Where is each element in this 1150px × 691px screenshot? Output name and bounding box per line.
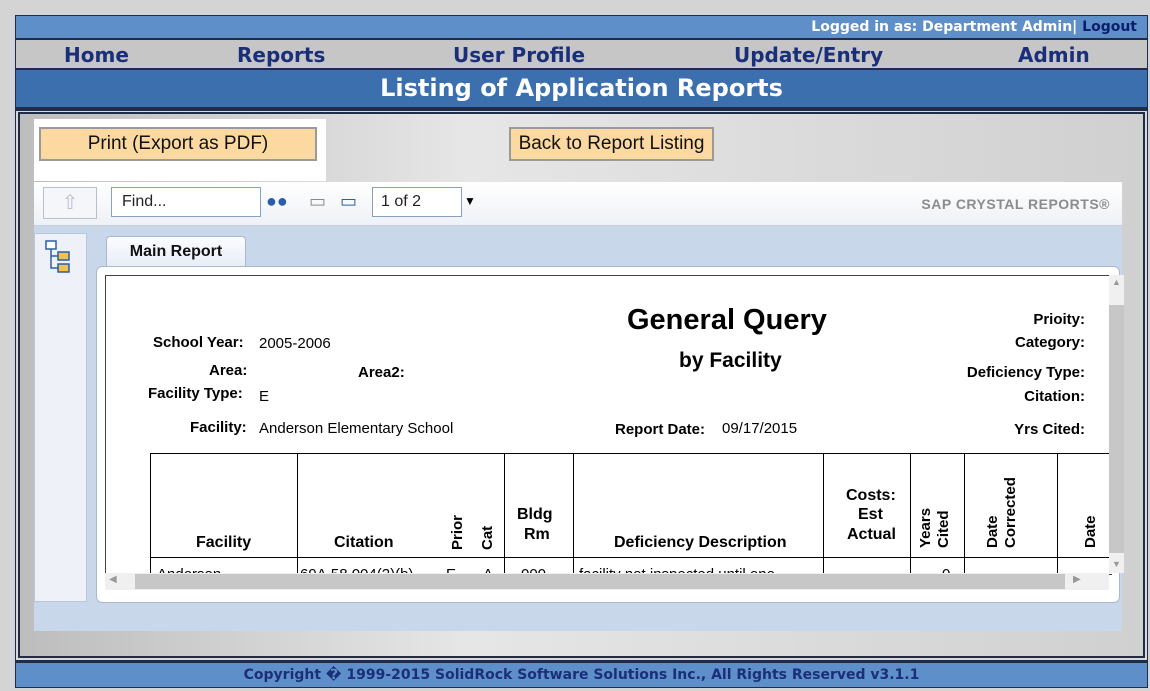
back-to-report-listing-button[interactable]: Back to Report Listing (509, 127, 714, 161)
report-subtitle: by Facility (679, 349, 782, 372)
page-title: Listing of Application Reports (16, 70, 1147, 111)
deficiency-type-label: Deficiency Type: (966, 364, 1085, 381)
school-year-value: 2005-2006 (259, 335, 331, 352)
col-divider (1057, 454, 1058, 574)
horizontal-scroll-thumb[interactable] (135, 574, 1065, 589)
viewer-toolbar: ⇧ Find... ●● ▭ ▭ 1 of 2 ▼ SAP CRYSTAL RE… (34, 182, 1122, 226)
col-divider (964, 454, 965, 574)
nav-update-entry[interactable]: Update/Entry (734, 43, 883, 67)
nav-admin[interactable]: Admin (1018, 43, 1090, 67)
horizontal-scrollbar[interactable]: ◀ ▶ (105, 573, 1109, 590)
print-export-pdf-button[interactable]: Print (Export as PDF) (39, 127, 317, 161)
col-divider (150, 454, 151, 574)
nav-user-profile[interactable]: User Profile (453, 43, 585, 67)
area2-label: Area2: (358, 364, 405, 381)
logout-link[interactable]: Logout (1082, 19, 1137, 35)
col-costs-header: Costs: (846, 487, 896, 504)
col-cited-header: Cited (935, 510, 952, 549)
col-corrected-header: Corrected (1002, 477, 1019, 548)
page-number-input[interactable]: 1 of 2 (372, 187, 462, 217)
col-divider (910, 454, 911, 574)
group-tree-panel (34, 233, 87, 602)
report-page: School Year: 2005-2006 Area: Area2: Faci… (105, 275, 1112, 575)
chevron-down-icon[interactable]: ▼ (464, 194, 476, 208)
content-area: Print (Export as PDF) Back to Report Lis… (18, 112, 1145, 658)
facility-type-label: Facility Type: (148, 385, 243, 402)
citation-label: Citation: (1024, 388, 1085, 405)
copyright-footer: Copyright � 1999-2015 SolidRock Software… (16, 660, 1147, 687)
report-title: General Query (627, 304, 827, 336)
facility-value: Anderson Elementary School (259, 420, 454, 437)
school-year-label: School Year: (153, 334, 244, 351)
vertical-scrollbar[interactable]: ▲ ▼ (1109, 275, 1124, 573)
col-years-header: Years (917, 507, 934, 548)
facility-type-value: E (259, 388, 270, 405)
facility-label: Facility: (190, 419, 247, 436)
report-document: School Year: 2005-2006 Area: Area2: Faci… (96, 266, 1124, 603)
category-label: Category: (1014, 334, 1085, 351)
col-facility-header: Facility (196, 534, 252, 551)
report-date-label: Report Date: (615, 421, 706, 438)
yrs-cited-label: Yrs Cited: (1014, 421, 1085, 438)
logged-in-text: Logged in as: Department Admin| (811, 19, 1078, 35)
print-icon[interactable]: ▭ (340, 191, 357, 212)
col-actual-header: Actual (847, 526, 896, 543)
col-prior-header: Prior (449, 514, 466, 550)
col-divider (504, 454, 505, 574)
col-date2-header: Date (1082, 515, 1099, 548)
nav-reports[interactable]: Reports (237, 43, 325, 67)
col-rm-header: Rm (524, 526, 550, 543)
report-date-value: 09/17/2015 (722, 420, 798, 437)
binoculars-icon[interactable]: ●● (266, 191, 288, 212)
user-bar: Logged in as: Department Admin| Logout (16, 16, 1147, 38)
scroll-up-icon[interactable]: ▲ (1112, 277, 1121, 287)
col-divider (823, 454, 824, 574)
col-citation-header: Citation (334, 534, 394, 551)
export-icon[interactable]: ▭ (309, 191, 326, 212)
nav-home[interactable]: Home (64, 43, 129, 67)
find-input[interactable]: Find... (111, 187, 261, 217)
vertical-scroll-thumb[interactable] (1109, 305, 1124, 553)
col-cat-header: Cat (479, 525, 496, 550)
area-label: Area: (209, 362, 248, 379)
table-header-border (150, 557, 1112, 558)
brand-logo: SAP CRYSTAL REPORTS® (921, 196, 1110, 212)
app-frame: Logged in as: Department Admin| Logout H… (15, 15, 1148, 688)
up-arrow-icon[interactable]: ⇧ (43, 187, 97, 219)
col-date-header: Date (984, 515, 1001, 548)
priority-label: Prioity: (1033, 311, 1085, 328)
group-tree-icon[interactable] (45, 240, 71, 274)
col-divider (573, 454, 574, 574)
scroll-down-icon[interactable]: ▼ (1112, 559, 1121, 569)
col-divider (297, 454, 298, 574)
col-bldg-header: Bldg (517, 506, 553, 523)
col-deficiency-header: Deficiency Description (614, 534, 787, 551)
col-est-header: Est (858, 506, 883, 523)
main-nav: Home Reports User Profile Update/Entry A… (16, 38, 1147, 70)
scroll-left-icon[interactable]: ◀ (109, 574, 117, 585)
crystal-report-viewer: ⇧ Find... ●● ▭ ▭ 1 of 2 ▼ SAP CRYSTAL RE… (34, 182, 1124, 631)
scroll-right-icon[interactable]: ▶ (1073, 574, 1081, 585)
table-top-border (150, 453, 1112, 454)
tab-main-report[interactable]: Main Report (106, 236, 246, 268)
